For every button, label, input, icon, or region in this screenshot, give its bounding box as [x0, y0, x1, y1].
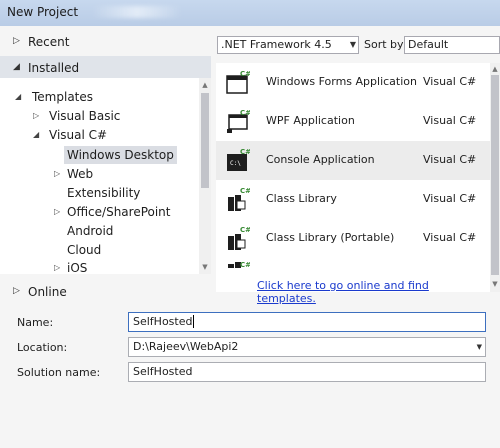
expand-arrow-icon[interactable]: ▷	[13, 286, 20, 296]
console-icon: C:\ C#	[227, 148, 250, 171]
expand-arrow-icon[interactable]: ▷	[33, 107, 39, 125]
portable-library-icon: C#	[228, 226, 250, 250]
framework-select-value: .NET Framework 4.5	[221, 38, 332, 51]
template-item-class-library[interactable]: C# Class Library Visual C#	[216, 180, 490, 219]
solution-name-label: Solution name:	[17, 366, 101, 379]
template-name: Windows Forms Application	[266, 75, 417, 88]
partial-template-icon: C#	[228, 261, 250, 268]
collapse-arrow-icon[interactable]: ◢	[13, 62, 20, 72]
scroll-up-icon[interactable]: ▲	[200, 80, 210, 90]
template-name: WPF Application	[266, 114, 355, 127]
tree-item-windows-desktop[interactable]: Windows Desktop	[64, 146, 177, 164]
find-templates-online-link[interactable]: Click here to go online and find templat…	[257, 279, 490, 305]
template-item-wpf[interactable]: C# WPF Application Visual C#	[216, 102, 490, 141]
window-title: New Project	[7, 5, 79, 19]
sort-select[interactable]: Default	[404, 36, 500, 54]
tree-item-office-sharepoint[interactable]: Office/SharePoint	[67, 203, 171, 221]
tree-item-templates[interactable]: Templates	[32, 88, 93, 106]
project-details-form: Name: SelfHosted Location: D:\Rajeev\Web…	[0, 308, 500, 448]
template-language: Visual C#	[423, 231, 477, 244]
winforms-icon: C#	[226, 70, 250, 94]
framework-select[interactable]: .NET Framework 4.5 ▼	[217, 36, 359, 54]
tree-scroll-thumb[interactable]	[201, 93, 209, 188]
template-name: Class Library (Portable)	[266, 231, 395, 244]
chevron-down-icon[interactable]: ▼	[477, 338, 482, 356]
tree-item-visual-basic[interactable]: Visual Basic	[49, 107, 120, 125]
sort-select-value: Default	[408, 38, 449, 51]
location-value: D:\Rajeev\WebApi2	[133, 340, 239, 353]
template-language: Visual C#	[423, 153, 477, 166]
tree-item-ios[interactable]: iOS	[67, 259, 87, 274]
collapse-arrow-icon[interactable]: ◢	[15, 88, 21, 106]
svg-text:C:\: C:\	[230, 160, 241, 167]
solution-name-field[interactable]: SelfHosted	[128, 362, 486, 382]
tree-item-extensibility[interactable]: Extensibility	[67, 184, 140, 202]
nav-recent[interactable]: ▷ Recent	[0, 30, 211, 54]
location-row: Location: D:\Rajeev\WebApi2 ▼	[0, 337, 500, 359]
scroll-down-icon[interactable]: ▼	[490, 279, 500, 289]
project-name-field[interactable]: SelfHosted	[128, 312, 486, 332]
expand-arrow-icon[interactable]: ▷	[54, 203, 60, 221]
template-tree: ◢ Templates ▷ Visual Basic ◢ Visual C# W…	[0, 78, 211, 274]
nav-online[interactable]: ▷ Online	[0, 280, 211, 304]
template-name: Class Library	[266, 192, 337, 205]
svg-text:C#: C#	[240, 187, 250, 195]
template-item-windows-forms[interactable]: C# Windows Forms Application Visual C#	[216, 63, 490, 102]
svg-text:C#: C#	[240, 226, 250, 234]
tree-item-web[interactable]: Web	[67, 165, 93, 183]
tree-item-cloud[interactable]: Cloud	[67, 241, 101, 259]
template-language: Visual C#	[423, 192, 477, 205]
tree-item-visual-csharp[interactable]: Visual C#	[49, 126, 107, 144]
nav-online-label: Online	[28, 285, 67, 299]
project-name-value: SelfHosted	[133, 315, 193, 328]
template-language: Visual C#	[423, 75, 477, 88]
title-bar: New Project	[0, 0, 500, 26]
dialog-client: ▷ Recent ◢ Installed ◢ Templates ▷ Visua…	[0, 26, 500, 448]
template-language: Visual C#	[423, 114, 477, 127]
template-list-scrollbar[interactable]: ▲ ▼	[490, 63, 500, 292]
tree-item-android[interactable]: Android	[67, 222, 113, 240]
nav-installed[interactable]: ◢ Installed	[0, 56, 211, 80]
template-name: Console Application	[266, 153, 375, 166]
solution-name-row: Solution name: SelfHosted	[0, 362, 500, 384]
name-label: Name:	[17, 316, 54, 329]
scroll-down-icon[interactable]: ▼	[200, 262, 210, 272]
template-list: C# Windows Forms Application Visual C# C…	[216, 63, 490, 305]
solution-name-value: SelfHosted	[133, 365, 193, 378]
svg-text:C#: C#	[240, 109, 250, 117]
svg-text:C#: C#	[240, 148, 250, 156]
scroll-up-icon[interactable]: ▲	[490, 64, 500, 74]
template-item-class-library-portable[interactable]: C# Class Library (Portable) Visual C#	[216, 219, 490, 258]
svg-text:C#: C#	[240, 70, 250, 78]
svg-text:C#: C#	[240, 261, 250, 268]
location-field[interactable]: D:\Rajeev\WebApi2 ▼	[128, 337, 486, 357]
template-item-console[interactable]: C:\ C# Console Application Visual C#	[216, 141, 490, 180]
template-toolbar: .NET Framework 4.5 ▼ Sort by: Default	[217, 36, 500, 56]
expand-arrow-icon[interactable]: ▷	[13, 36, 20, 46]
class-library-icon: C#	[228, 187, 250, 211]
location-label: Location:	[17, 341, 68, 354]
expand-arrow-icon[interactable]: ▷	[54, 259, 60, 274]
tree-scrollbar[interactable]: ▲ ▼	[199, 78, 211, 274]
name-row: Name: SelfHosted	[0, 312, 500, 334]
expand-arrow-icon[interactable]: ▷	[54, 165, 60, 183]
title-bar-blur	[92, 6, 182, 18]
collapse-arrow-icon[interactable]: ◢	[33, 126, 39, 144]
category-pane: ▷ Recent ◢ Installed ◢ Templates ▷ Visua…	[0, 26, 211, 308]
template-list-scroll-thumb[interactable]	[491, 75, 499, 275]
nav-installed-label: Installed	[28, 61, 80, 75]
nav-recent-label: Recent	[28, 35, 70, 49]
wpf-icon: C#	[227, 109, 250, 133]
chevron-down-icon[interactable]: ▼	[350, 37, 356, 53]
sort-by-label: Sort by:	[364, 38, 407, 51]
text-caret	[193, 315, 195, 328]
